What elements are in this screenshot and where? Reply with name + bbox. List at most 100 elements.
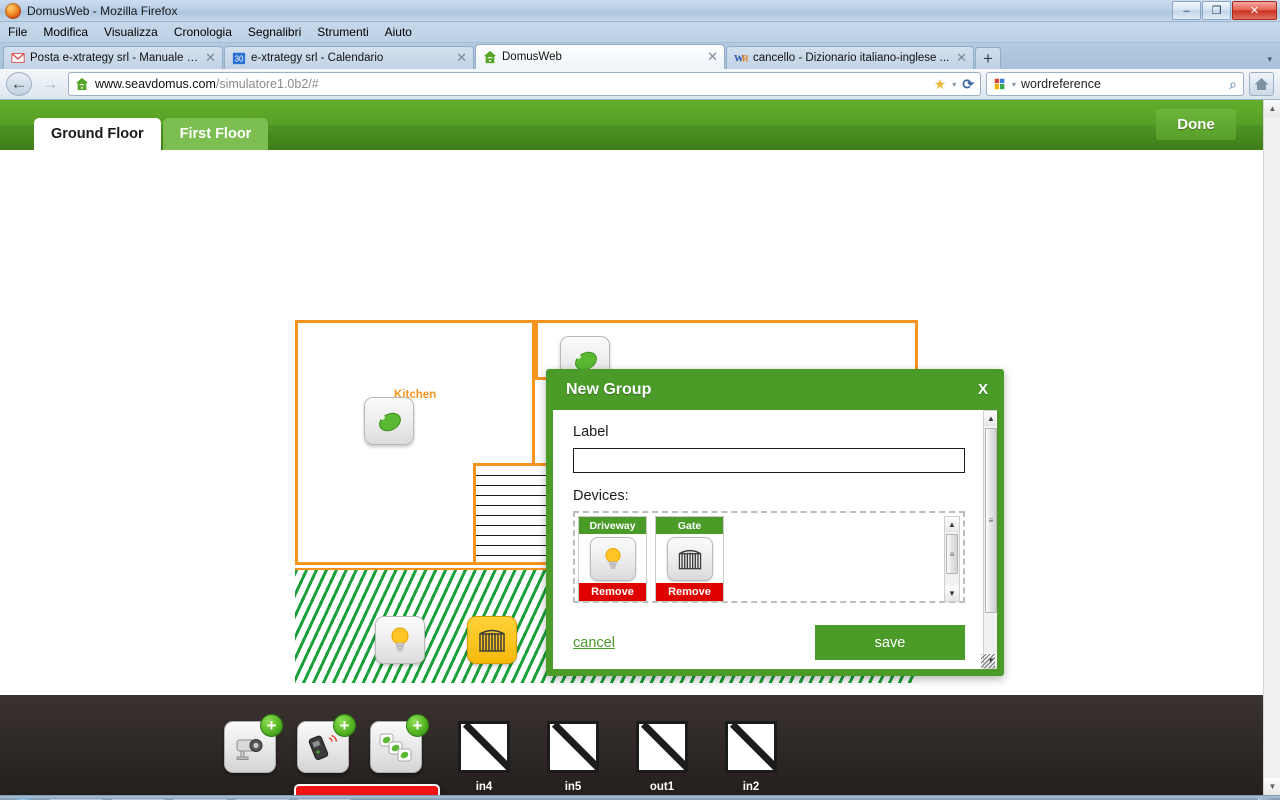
dialog-title: New Group <box>566 380 652 398</box>
group-label-input[interactable] <box>573 448 965 473</box>
menubar: File Modifica Visualizza Cronologia Segn… <box>0 22 1280 43</box>
search-input[interactable]: wordreference <box>1021 77 1224 91</box>
tab-first-floor[interactable]: First Floor <box>162 118 269 150</box>
dialog-scroll-track[interactable]: ≡ <box>984 426 997 653</box>
add-remote-button[interactable]: + <box>297 714 356 773</box>
devices-scroll-thumb[interactable]: ≡ <box>946 534 958 574</box>
svg-text:30: 30 <box>235 55 244 64</box>
device-card-driveway[interactable]: Driveway Remove <box>578 516 647 602</box>
device-kitchen-remote[interactable] <box>364 397 414 445</box>
google-icon <box>994 78 1005 90</box>
gate-icon <box>479 629 505 652</box>
menu-modifica[interactable]: Modifica <box>43 25 88 39</box>
devices-scroll-down-icon[interactable]: ▼ <box>945 586 959 601</box>
page-scroll-up-icon[interactable]: ▲ <box>1264 100 1280 117</box>
dialog-scroll-thumb[interactable]: ≡ <box>985 428 997 613</box>
tab-list-dropdown-icon[interactable]: ▾ <box>1267 54 1272 65</box>
search-bar[interactable]: ▾ wordreference ⌕ <box>986 72 1244 96</box>
tab-close-icon[interactable]: ✕ <box>205 50 216 66</box>
remove-gate-button[interactable]: Remove <box>656 583 723 601</box>
dialog-close-icon[interactable]: X <box>978 381 988 398</box>
dialog-scroll-up-icon[interactable]: ▲ <box>984 411 997 426</box>
io-slot-in4[interactable]: in4 <box>455 721 513 793</box>
lightbulb-icon <box>391 627 409 652</box>
window-controls: – ❐ ✕ <box>1172 1 1277 20</box>
gmail-icon <box>11 53 25 63</box>
device-card-name: Gate <box>656 517 723 534</box>
plus-icon: + <box>406 714 429 737</box>
tab-close-icon[interactable]: ✕ <box>707 49 718 65</box>
menu-file[interactable]: File <box>8 25 27 39</box>
done-button[interactable]: Done <box>1156 109 1236 140</box>
page-scrollbar[interactable]: ▲ ▼ <box>1263 100 1280 795</box>
tab-close-icon[interactable]: ✕ <box>956 50 967 66</box>
navigation-toolbar: ← → www.seavdomus.com/simulatore1.0b2/# … <box>0 69 1280 100</box>
browser-tabstrip: Posta e-xtrategy srl - Manuale Domus... … <box>0 43 1280 69</box>
svg-text:R: R <box>742 54 748 65</box>
device-garden-light[interactable] <box>375 616 425 664</box>
home-button[interactable] <box>1249 72 1274 96</box>
devices-dropzone[interactable]: Driveway Remove Gate Remove ▲ ≡ ▼ <box>573 511 965 603</box>
close-button[interactable]: ✕ <box>1232 1 1277 20</box>
tab-label: Posta e-xtrategy srl - Manuale Domus... <box>30 52 201 64</box>
browser-tab-wordreference[interactable]: W R cancello - Dizionario italiano-ingle… <box>726 46 974 69</box>
io-slot-in5[interactable]: in5 <box>544 721 602 793</box>
remove-driveway-button[interactable]: Remove <box>579 583 646 601</box>
web-page: ▲ ▼ Ground Floor First Floor Done Kitche… <box>0 100 1280 795</box>
group-icon <box>379 733 412 762</box>
menu-aiuto[interactable]: Aiuto <box>385 25 412 39</box>
tab-close-icon[interactable]: ✕ <box>456 50 467 66</box>
page-scroll-down-icon[interactable]: ▼ <box>1264 778 1280 795</box>
wordreference-icon: W R <box>734 54 748 65</box>
browser-tab-calendar[interactable]: 30 e-xtrategy srl - Calendario ✕ <box>224 46 474 69</box>
windows-taskbar: S W Fw <box>0 795 1280 800</box>
menu-segnalibri[interactable]: Segnalibri <box>248 25 301 39</box>
menu-strumenti[interactable]: Strumenti <box>317 25 368 39</box>
device-garden-gate[interactable] <box>467 616 517 664</box>
cancel-link[interactable]: cancel <box>573 635 615 651</box>
device-card-body <box>656 534 723 583</box>
dialog-scrollbar[interactable]: ▲ ≡ ▼ <box>983 410 997 669</box>
device-card-icon-wrap <box>589 536 636 581</box>
io-slot-in2[interactable]: in2 <box>722 721 780 793</box>
tab-ground-floor[interactable]: Ground Floor <box>34 118 161 150</box>
url-bar[interactable]: www.seavdomus.com/simulatore1.0b2/# ★ ▾ … <box>68 72 981 96</box>
device-card-gate[interactable]: Gate Remove <box>655 516 724 602</box>
devices-scrollbar[interactable]: ▲ ≡ ▼ <box>944 516 960 602</box>
io-label: out1 <box>649 781 675 793</box>
menu-visualizza[interactable]: Visualizza <box>104 25 158 39</box>
gate-icon <box>678 549 701 569</box>
new-tab-button[interactable]: + <box>975 47 1001 69</box>
url-domain: www.seavdomus.com <box>95 77 216 91</box>
io-box <box>725 721 777 773</box>
new-group-dialog: New Group X Label Devices: Driveway Remo… <box>546 369 1004 676</box>
dialog-footer: cancel save <box>553 625 983 660</box>
reload-icon[interactable]: ⟳ <box>962 76 974 93</box>
back-button[interactable]: ← <box>6 72 32 96</box>
add-camera-button[interactable]: + <box>224 714 283 773</box>
devices-scroll-track[interactable]: ≡ <box>945 532 959 586</box>
forward-button[interactable]: → <box>37 72 63 96</box>
search-engine-chevron-icon[interactable]: ▾ <box>1012 80 1016 89</box>
chevron-down-icon[interactable]: ▾ <box>952 80 956 89</box>
save-button[interactable]: save <box>815 625 965 660</box>
minimize-button[interactable]: – <box>1172 1 1201 20</box>
dialog-resize-grip[interactable] <box>981 654 995 668</box>
browser-tab-domusweb[interactable]: DomusWeb ✕ <box>475 44 725 69</box>
plus-icon: + <box>333 714 356 737</box>
io-slot-out1[interactable]: out1 <box>633 721 691 793</box>
lightbulb-icon <box>605 547 620 569</box>
search-icon[interactable]: ⌕ <box>1229 76 1237 93</box>
dialog-body: Label Devices: Driveway Remove Gate Remo… <box>553 410 983 669</box>
add-group-button[interactable]: + <box>370 714 429 773</box>
maximize-button[interactable]: ❐ <box>1202 1 1231 20</box>
device-card-body <box>579 534 646 583</box>
bookmark-star-icon[interactable]: ★ <box>934 76 947 93</box>
menu-cronologia[interactable]: Cronologia <box>174 25 232 39</box>
browser-tab-gmail[interactable]: Posta e-xtrategy srl - Manuale Domus... … <box>3 46 223 69</box>
tab-label: DomusWeb <box>502 51 562 63</box>
app-header: Ground Floor First Floor Done <box>0 100 1280 150</box>
tab-label: e-xtrategy srl - Calendario <box>251 52 384 64</box>
domusweb-icon <box>483 50 497 64</box>
devices-scroll-up-icon[interactable]: ▲ <box>945 517 959 532</box>
